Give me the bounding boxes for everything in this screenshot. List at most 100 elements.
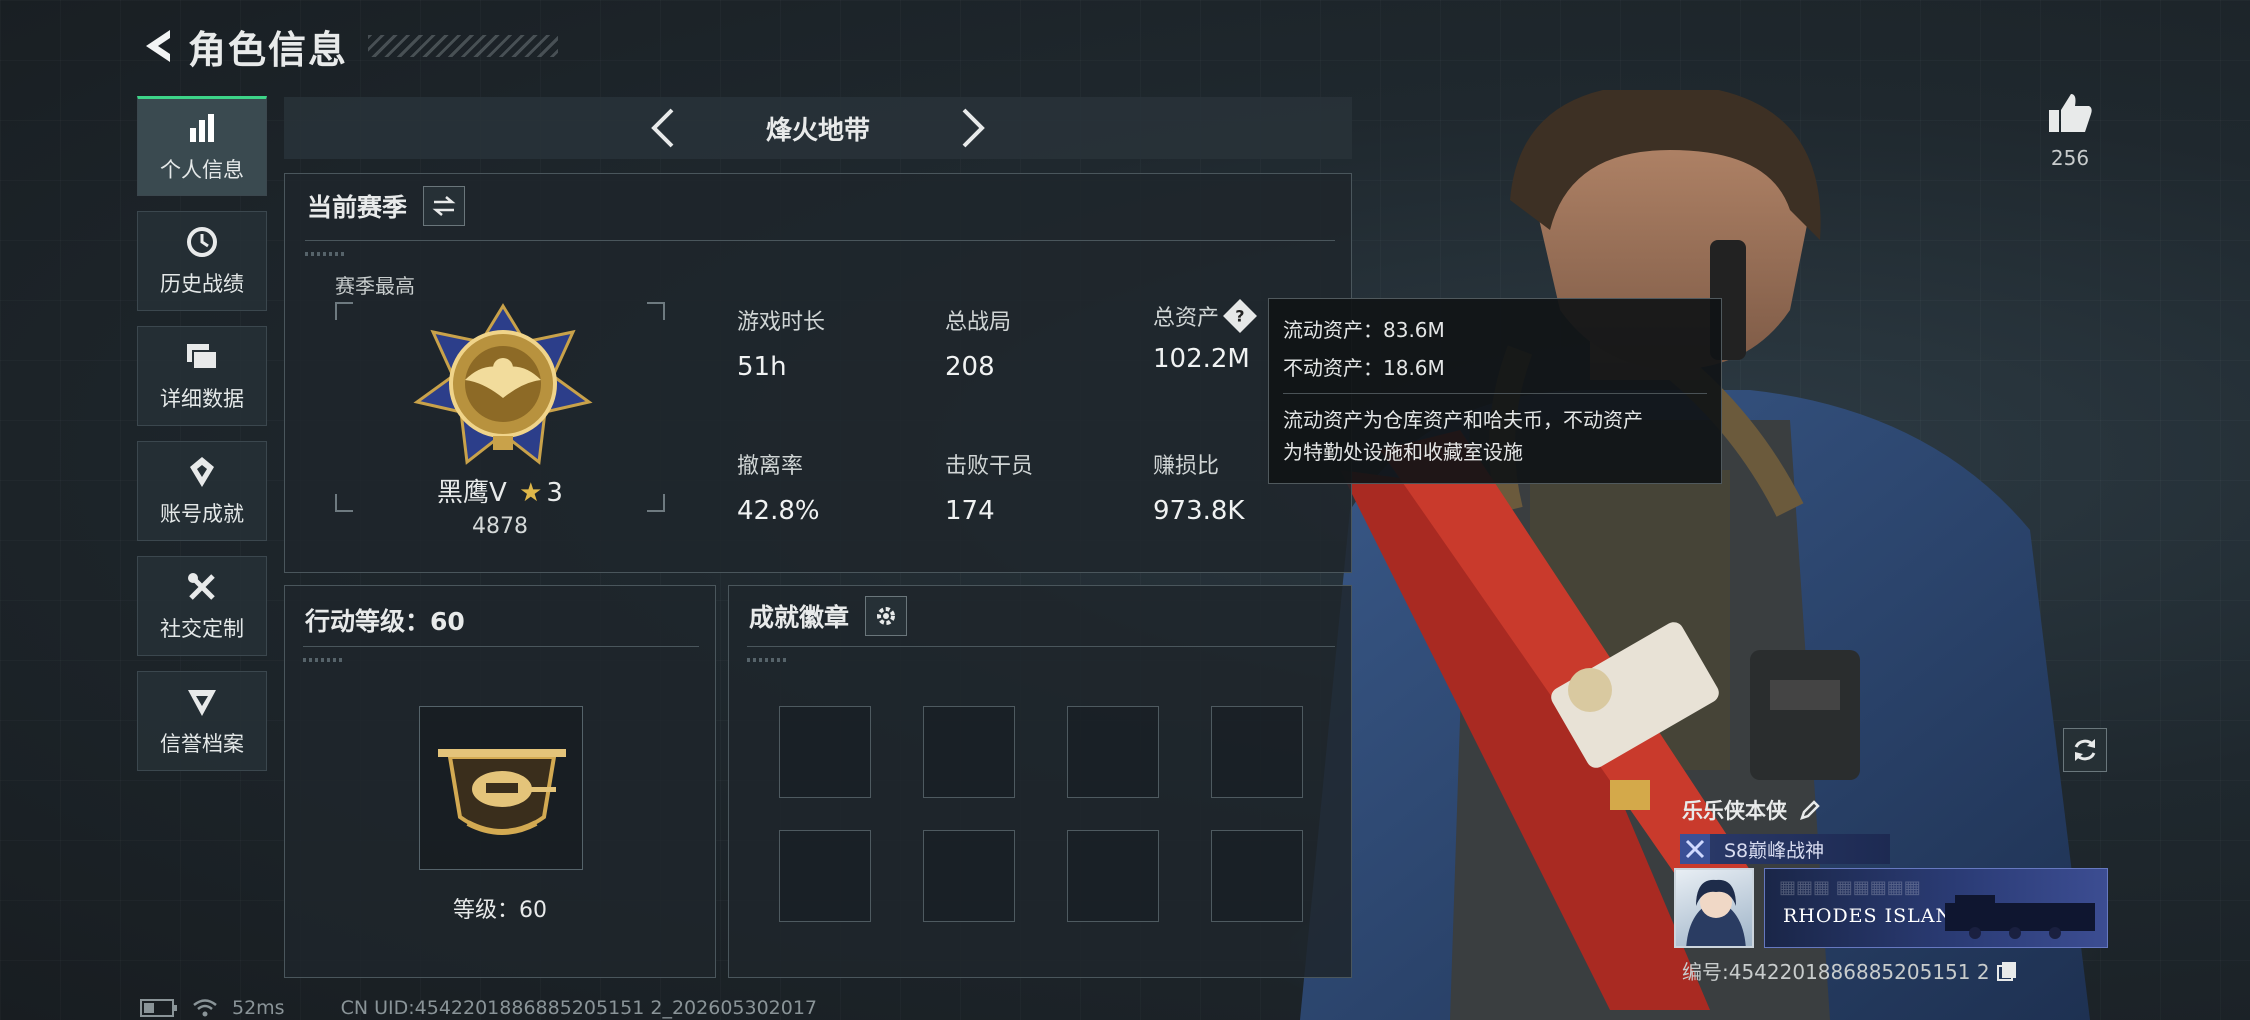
mode-selector: 烽火地带 xyxy=(284,97,1352,159)
wifi-icon xyxy=(193,999,217,1017)
refresh-button[interactable] xyxy=(2063,728,2107,772)
bar-chart-icon xyxy=(184,110,220,146)
gear-icon xyxy=(877,607,896,625)
chevron-left-icon xyxy=(651,108,674,148)
season-best-label: 赛季最高 xyxy=(335,274,415,298)
badge-slot[interactable] xyxy=(1211,706,1303,798)
stat-kills: 击败干员 174 xyxy=(945,448,1033,526)
badge-slot[interactable] xyxy=(923,706,1015,798)
badge-slot[interactable] xyxy=(1067,830,1159,922)
stat-value: 208 xyxy=(945,352,995,382)
level-title: 行动等级：60 xyxy=(305,607,465,636)
season-header: 当前赛季 xyxy=(307,186,466,226)
achievements-title: 成就徽章 xyxy=(749,603,850,632)
tooltip-desc-1: 流动资产为仓库资产和哈夫币，不动资产 xyxy=(1283,408,1643,432)
like-count: 256 xyxy=(2050,146,2090,170)
stat-play-time: 游戏时长 51h xyxy=(737,304,825,382)
nav-label: 个人信息 xyxy=(160,158,244,182)
rank-score: 4878 xyxy=(472,514,528,539)
stat-label: 游戏时长 xyxy=(737,310,826,335)
stat-value: 51h xyxy=(737,352,787,382)
help-icon[interactable]: ? xyxy=(1223,299,1257,333)
nav-item-reputation[interactable]: 信誉档案 xyxy=(137,671,267,771)
nav-item-personal-info[interactable]: 个人信息 xyxy=(137,96,267,196)
edit-pencil-icon[interactable] xyxy=(1799,799,1821,821)
frame-corner xyxy=(647,302,665,320)
achievements-settings-button[interactable] xyxy=(865,596,908,636)
page-header: 角色信息 xyxy=(138,18,559,74)
folder-icon xyxy=(184,339,220,375)
chevron-right-icon xyxy=(962,108,985,148)
switch-arrows-icon xyxy=(432,196,456,216)
refresh-icon xyxy=(2074,739,2096,761)
assets-tooltip: 流动资产：83.6M 不动资产：18.6M 流动资产为仓库资产和哈夫币，不动资产… xyxy=(1268,298,1722,484)
shield-chevron-icon xyxy=(184,684,220,720)
helicopter-emblem-icon xyxy=(438,749,566,835)
stat-label: 总资产 xyxy=(1153,306,1220,331)
season-switch-button[interactable] xyxy=(423,186,466,226)
title-decoration xyxy=(368,35,559,57)
level-label: 等级：60 xyxy=(453,898,547,923)
back-button[interactable] xyxy=(138,21,178,71)
badge-slot[interactable] xyxy=(1211,830,1303,922)
stat-value: 42.8% xyxy=(737,496,820,526)
achievements-panel: 成就徽章 xyxy=(728,585,1352,978)
divider xyxy=(1283,393,1707,394)
ping-value: 52ms xyxy=(232,997,285,1019)
nav-label: 信誉档案 xyxy=(160,732,244,756)
nameplate-banner: ▦▦▦ ▦▦▦▦▦ RHODES ISLAND xyxy=(1764,868,2108,948)
player-name: 乐乐侠本侠 xyxy=(1682,799,1787,823)
stat-value: 102.2M xyxy=(1153,344,1250,374)
nav-item-detailed-data[interactable]: 详细数据 xyxy=(137,326,267,426)
avatar-image xyxy=(1686,879,1746,946)
nav-item-achievements[interactable]: 账号成就 xyxy=(137,441,267,541)
nav-item-social[interactable]: 社交定制 xyxy=(137,556,267,656)
player-uid-row: 编号:4542201886885205151 2 xyxy=(1682,956,2018,985)
rank-stars: 3 xyxy=(546,478,563,508)
title-badge-text: S8巅峰战神 xyxy=(1724,839,1825,862)
title-emblem-icon xyxy=(1680,834,1710,864)
level-panel: 行动等级：60 等级：60 xyxy=(284,585,716,978)
dash-decoration xyxy=(305,252,345,256)
rank-badge-icon xyxy=(413,303,593,465)
avatar[interactable] xyxy=(1674,868,1754,948)
badge-slot[interactable] xyxy=(779,830,871,922)
battery-icon xyxy=(140,999,177,1017)
level-emblem xyxy=(419,706,583,870)
nav-label: 账号成就 xyxy=(160,502,244,526)
mode-next-button[interactable] xyxy=(943,97,1003,159)
dash-decoration xyxy=(747,658,787,662)
status-bar: 52ms CN UID:4542201886885205151 2_202605… xyxy=(140,997,817,1019)
badge-slot[interactable] xyxy=(1067,706,1159,798)
badge-slot[interactable] xyxy=(779,706,871,798)
nav-label: 详细数据 xyxy=(160,387,244,411)
player-name-row: 乐乐侠本侠 xyxy=(1682,795,1821,825)
stat-total-assets: 总资产 ? 102.2M xyxy=(1153,299,1257,374)
achievement-icon xyxy=(184,454,220,490)
tooltip-fixed-assets: 不动资产：18.6M xyxy=(1283,356,1445,380)
stat-label: 撤离率 xyxy=(737,454,804,479)
copy-icon[interactable] xyxy=(1996,960,2018,982)
nameplate-ghost-text: ▦▦▦ ▦▦▦▦▦ xyxy=(1779,877,1921,898)
mode-title: 烽火地带 xyxy=(765,115,870,146)
rank-name-line: 黑鹰V ★ 3 xyxy=(335,472,665,509)
badge-slot[interactable] xyxy=(923,830,1015,922)
train-graphic xyxy=(1945,895,2095,939)
achievements-header: 成就徽章 xyxy=(749,596,908,636)
tooltip-liquid-assets: 流动资产：83.6M xyxy=(1283,318,1445,342)
stat-value: 174 xyxy=(945,496,995,526)
stat-label: 总战局 xyxy=(945,310,1012,335)
star-icon: ★ xyxy=(519,478,543,508)
nav-item-history[interactable]: 历史战绩 xyxy=(137,211,267,311)
mode-prev-button[interactable] xyxy=(633,97,693,159)
frame-corner xyxy=(335,302,353,320)
thumbs-up-icon xyxy=(2049,94,2092,132)
divider xyxy=(747,646,1335,647)
page-title: 角色信息 xyxy=(188,27,349,72)
stat-value: 973.8K xyxy=(1153,496,1245,526)
like-button[interactable]: 256 xyxy=(2040,92,2100,170)
rank-name: 黑鹰V xyxy=(437,478,507,508)
nav-label: 历史战绩 xyxy=(160,272,244,296)
nav-label: 社交定制 xyxy=(160,617,244,641)
history-clock-icon xyxy=(184,224,220,260)
